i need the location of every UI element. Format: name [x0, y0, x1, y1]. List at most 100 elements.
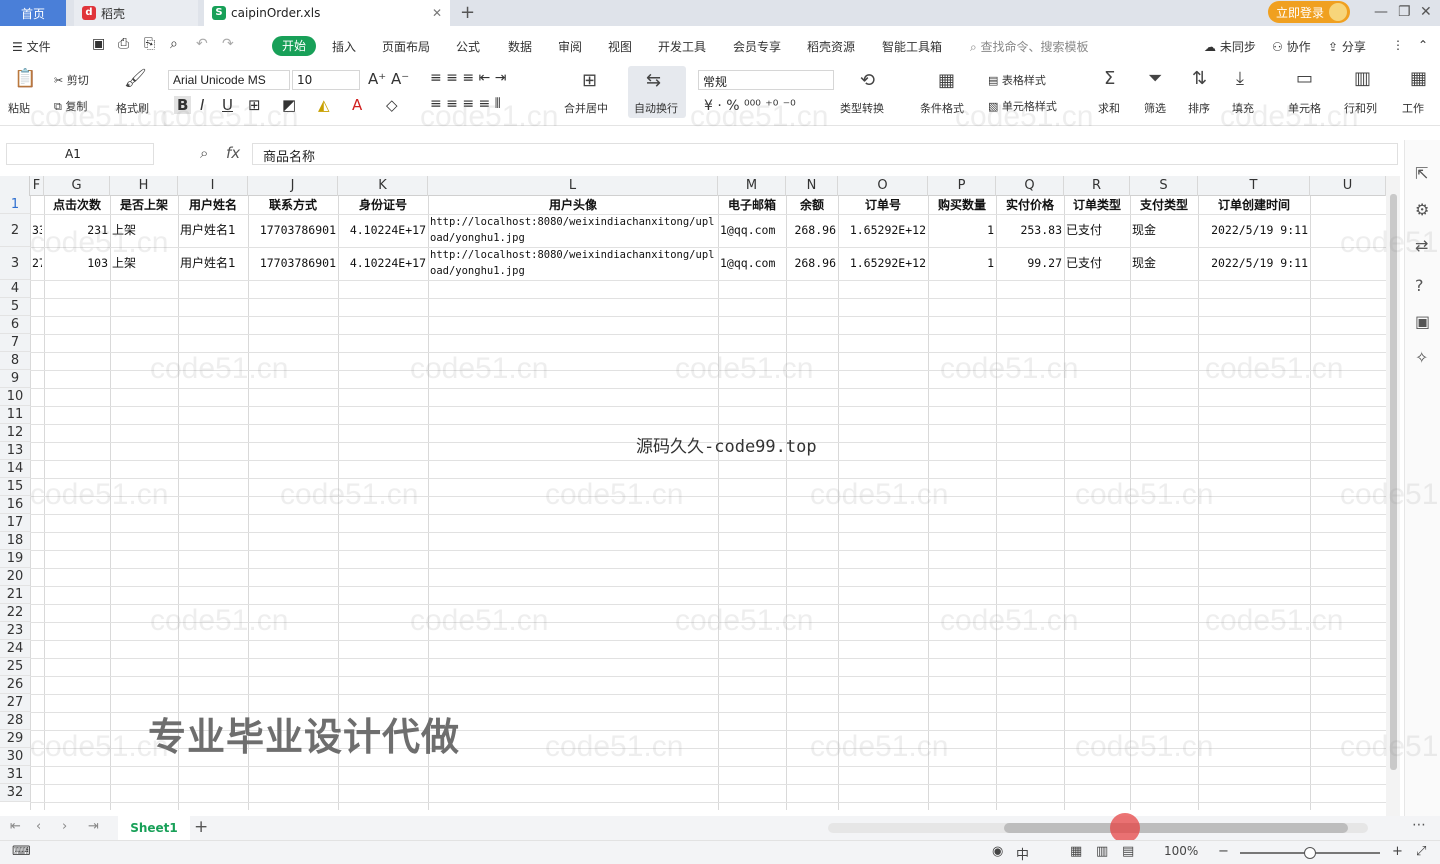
row-header-16[interactable]: 16 [0, 496, 30, 514]
column-header-p[interactable]: P [928, 176, 996, 196]
collab-button[interactable]: ⚇ 协作 [1272, 38, 1311, 55]
input-method-icon[interactable]: 中 [1016, 844, 1029, 863]
cell[interactable]: 支付类型 [1132, 196, 1196, 214]
menu-start[interactable]: 开始 [272, 36, 316, 56]
increase-font-icon[interactable]: A⁺ A⁻ [368, 70, 409, 88]
cell[interactable]: 是否上架 [112, 196, 176, 214]
cell[interactable]: 实付价格 [998, 196, 1062, 214]
cell[interactable]: 17703786901 [250, 214, 336, 247]
row-header-25[interactable]: 25 [0, 658, 30, 676]
cell[interactable]: 用户头像 [430, 196, 716, 214]
zoom-slider-knob[interactable] [1304, 847, 1316, 859]
column-header-t[interactable]: T [1198, 176, 1310, 196]
cell[interactable]: 1@qq.com [720, 247, 784, 280]
zoom-in-icon[interactable]: + [1392, 844, 1403, 859]
cut-button[interactable]: ✂ 剪切 [54, 72, 89, 88]
cell[interactable]: 身份证号 [340, 196, 426, 214]
sync-status[interactable]: ☁ 未同步 [1204, 38, 1256, 55]
eye-protect-icon[interactable]: ◉ [992, 844, 1003, 859]
row-header-9[interactable]: 9 [0, 370, 30, 388]
clear-format-icon[interactable]: ◇ [386, 96, 398, 114]
cell[interactable]: 33 [32, 214, 42, 247]
cell[interactable]: 4.10224E+17 [340, 247, 426, 280]
cell[interactable]: 购买数量 [930, 196, 994, 214]
add-sheet-button[interactable]: + [194, 817, 208, 837]
row-header-28[interactable]: 28 [0, 712, 30, 730]
horizontal-scroll-thumb[interactable] [1004, 823, 1348, 833]
minimize-icon[interactable]: — [1374, 4, 1388, 20]
cell-icon[interactable]: ▭ [1296, 68, 1313, 89]
cell[interactable]: http://localhost:8080/weixindiachanxiton… [430, 247, 716, 280]
row-header-12[interactable]: 12 [0, 424, 30, 442]
zoom-level[interactable]: 100% [1164, 844, 1198, 858]
cell[interactable]: 1.65292E+12 [840, 247, 926, 280]
row-header-20[interactable]: 20 [0, 568, 30, 586]
cell[interactable]: 1 [930, 247, 994, 280]
fill-down-icon[interactable]: ⤓ [1236, 68, 1244, 89]
column-header-o[interactable]: O [838, 176, 928, 196]
cell[interactable]: 现金 [1132, 247, 1196, 280]
row-header-13[interactable]: 13 [0, 442, 30, 460]
convert-icon[interactable]: ⟲ [860, 70, 875, 91]
column-header-r[interactable]: R [1064, 176, 1130, 196]
image-icon[interactable]: ▣ [1415, 312, 1430, 331]
cell[interactable]: 电子邮箱 [720, 196, 784, 214]
row-header-7[interactable]: 7 [0, 334, 30, 352]
number-format-select[interactable]: 常规 [698, 70, 834, 90]
underline-button[interactable]: U [222, 96, 233, 114]
cell[interactable]: 99.27 [998, 247, 1062, 280]
row-header-2[interactable]: 2 [0, 214, 30, 247]
currency-icon[interactable]: ¥ · % ⁰⁰⁰ ⁺⁰ ⁻⁰ [704, 98, 796, 114]
sheet-tab-sheet1[interactable]: Sheet1 [118, 816, 190, 840]
cell[interactable]: 订单号 [840, 196, 926, 214]
cell[interactable]: 103 [46, 247, 108, 280]
menu-insert[interactable]: 插入 [332, 38, 356, 55]
column-header-k[interactable]: K [338, 176, 428, 196]
sum-icon[interactable]: Σ [1104, 68, 1115, 89]
row-header-32[interactable]: 32 [0, 784, 30, 802]
row-header-18[interactable]: 18 [0, 532, 30, 550]
convert-label[interactable]: 类型转换 [840, 100, 884, 116]
font-family-select[interactable]: Arial Unicode MS [168, 70, 290, 90]
row-header-14[interactable]: 14 [0, 460, 30, 478]
filter-icon[interactable]: ⏷ [1148, 68, 1162, 89]
menu-review[interactable]: 审阅 [558, 38, 582, 55]
column-header-j[interactable]: J [248, 176, 338, 196]
cell[interactable]: 订单类型 [1066, 196, 1128, 214]
row-header-11[interactable]: 11 [0, 406, 30, 424]
cell[interactable]: http://localhost:8080/weixindiachanxiton… [430, 214, 716, 247]
cell[interactable]: 268.96 [788, 214, 836, 247]
last-sheet-icon[interactable]: ⇥ [88, 819, 99, 834]
column-header-u[interactable]: U [1310, 176, 1386, 196]
cell[interactable]: 1 [930, 214, 994, 247]
row-header-19[interactable]: 19 [0, 550, 30, 568]
cell-style-button[interactable]: ▧ 单元格样式 [988, 98, 1057, 114]
worksheet-icon[interactable]: ▦ [1410, 68, 1427, 89]
compass-icon[interactable]: ✧ [1415, 348, 1428, 367]
collapse-ribbon-icon[interactable]: ⌃ [1418, 38, 1428, 52]
cell[interactable]: 用户姓名1 [180, 214, 246, 247]
row-header-10[interactable]: 10 [0, 388, 30, 406]
merge-label[interactable]: 合并居中 [564, 100, 608, 116]
close-icon[interactable]: ✕ [432, 6, 442, 20]
menu-data[interactable]: 数据 [508, 38, 532, 55]
row-header-4[interactable]: 4 [0, 280, 30, 298]
sum-label[interactable]: 求和 [1098, 100, 1120, 116]
cell[interactable]: 现金 [1132, 214, 1196, 247]
row-header-23[interactable]: 23 [0, 622, 30, 640]
row-header-1[interactable]: 1 [0, 196, 30, 214]
row-header-24[interactable]: 24 [0, 640, 30, 658]
row-header-8[interactable]: 8 [0, 352, 30, 370]
align-left-icon[interactable]: ≡ ≡ ≡ ≡ ⫴ [430, 96, 501, 112]
menu-file[interactable]: ☰ 文件 [12, 38, 51, 55]
export-icon[interactable]: ⎙ [118, 36, 129, 52]
select-all-corner[interactable] [0, 176, 30, 196]
row-header-15[interactable]: 15 [0, 478, 30, 496]
row-header-30[interactable]: 30 [0, 748, 30, 766]
share-button[interactable]: ⇪ 分享 [1328, 38, 1366, 55]
print-icon[interactable]: ⎘ [144, 36, 155, 52]
column-header-m[interactable]: M [718, 176, 786, 196]
tab-file[interactable]: ScaipinOrder.xls ✕ [204, 0, 450, 26]
column-header-h[interactable]: H [110, 176, 178, 196]
menu-dev[interactable]: 开发工具 [658, 38, 706, 55]
